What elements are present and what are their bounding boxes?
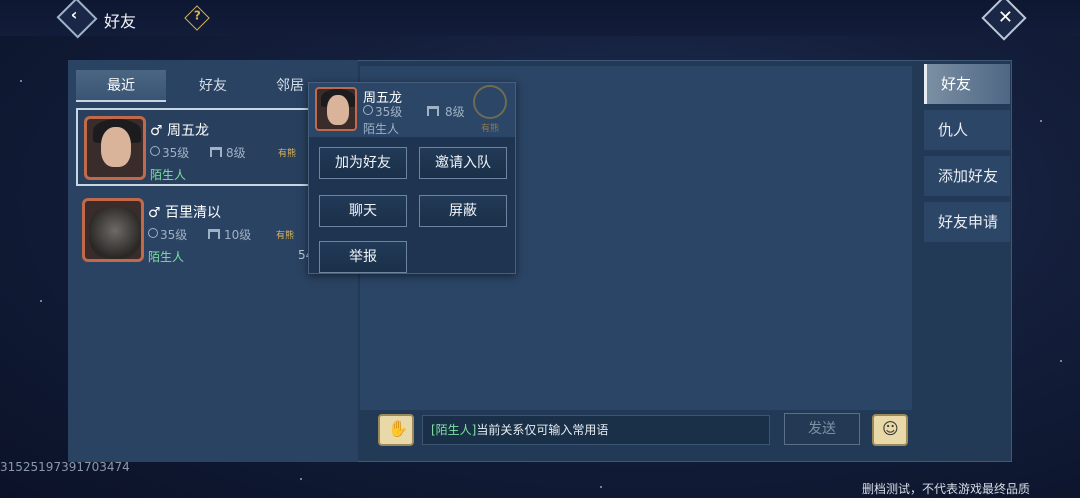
friend-guild-level: 8级 — [226, 146, 246, 160]
star — [40, 300, 42, 302]
friend-status: 陌生人 — [150, 168, 187, 182]
friend-action-popup: 周五龙 35级 8级 陌生人 有熊 加为好友 邀请入队 聊天 屏蔽 举报 — [308, 82, 516, 274]
quick-phrase-button[interactable]: ✋ — [378, 414, 414, 446]
star — [20, 80, 22, 82]
invite-team-button[interactable]: 邀请入队 — [419, 147, 507, 179]
top-bar: ‹ 好友 ? ✕ — [0, 0, 1080, 41]
emoji-button[interactable]: ☺ — [872, 414, 908, 446]
hand-icon: ✋ — [388, 419, 408, 438]
list-item[interactable]: ♂ 周五龙 35级 8级 有熊 陌生人 — [76, 108, 316, 186]
star — [1060, 360, 1062, 362]
user-id: 3152519739170347​4 — [0, 460, 130, 474]
guild-icon — [427, 106, 439, 116]
friend-name: ♂ 周五龙 — [150, 123, 210, 139]
clan-tag: 有熊 — [276, 231, 295, 241]
clan-emblem-icon — [473, 85, 507, 119]
back-button[interactable]: ‹ — [56, 0, 98, 39]
tab-recent[interactable]: 最近 — [76, 70, 166, 102]
level-icon — [150, 146, 160, 156]
avatar — [82, 198, 144, 262]
star — [1040, 120, 1042, 122]
friend-name: ♂ 百里清以 — [148, 205, 222, 221]
star — [300, 478, 302, 480]
page-title: 好友 — [104, 12, 137, 31]
chat-input[interactable]: [陌生人]当前关系仅可输入常用语 — [422, 415, 770, 445]
popup-header: 周五龙 35级 8级 陌生人 有熊 — [309, 83, 515, 137]
clan-tag: 有熊 — [278, 149, 297, 159]
side-tab-add-friend[interactable]: 添加好友 — [924, 156, 1010, 196]
friend-level: 35级 — [162, 146, 190, 160]
side-tab-enemies[interactable]: 仇人 — [924, 110, 1010, 150]
popup-status: 陌生人 — [363, 122, 400, 136]
chevron-left-icon: ‹ — [70, 4, 78, 24]
disclaimer: 删档测试，不代表游戏最终品质 — [862, 482, 1031, 496]
side-tab-friends[interactable]: 好友 — [924, 64, 1010, 104]
level-icon — [148, 228, 158, 238]
report-button[interactable]: 举报 — [319, 241, 407, 273]
close-icon: ✕ — [997, 6, 1013, 28]
send-button[interactable]: 发送 — [784, 413, 860, 445]
friend-guild-level: 10级 — [224, 228, 252, 242]
guild-icon — [210, 147, 222, 157]
side-tab-friend-requests[interactable]: 好友申请 — [924, 202, 1010, 242]
friend-level: 35级 — [160, 228, 188, 242]
star — [600, 486, 602, 488]
add-friend-button[interactable]: 加为好友 — [319, 147, 407, 179]
list-item[interactable]: ♂ 百里清以 35级 10级 有熊 陌生人 54 — [76, 192, 316, 270]
avatar — [315, 87, 357, 131]
block-button[interactable]: 屏蔽 — [419, 195, 507, 227]
chat-button[interactable]: 聊天 — [319, 195, 407, 227]
clan-tag: 有熊 — [481, 124, 500, 134]
question-icon: ? — [193, 8, 201, 23]
smiley-icon: ☺ — [882, 419, 899, 438]
popup-level: 35级 — [375, 105, 403, 119]
guild-icon — [208, 229, 220, 239]
level-icon — [363, 105, 373, 115]
popup-guild-level: 8级 — [445, 105, 465, 119]
avatar — [84, 116, 146, 180]
help-button[interactable]: ? — [184, 5, 210, 31]
friend-status: 陌生人 — [148, 250, 185, 264]
tab-friends[interactable]: 好友 — [168, 70, 258, 102]
close-button[interactable]: ✕ — [981, 0, 1027, 41]
